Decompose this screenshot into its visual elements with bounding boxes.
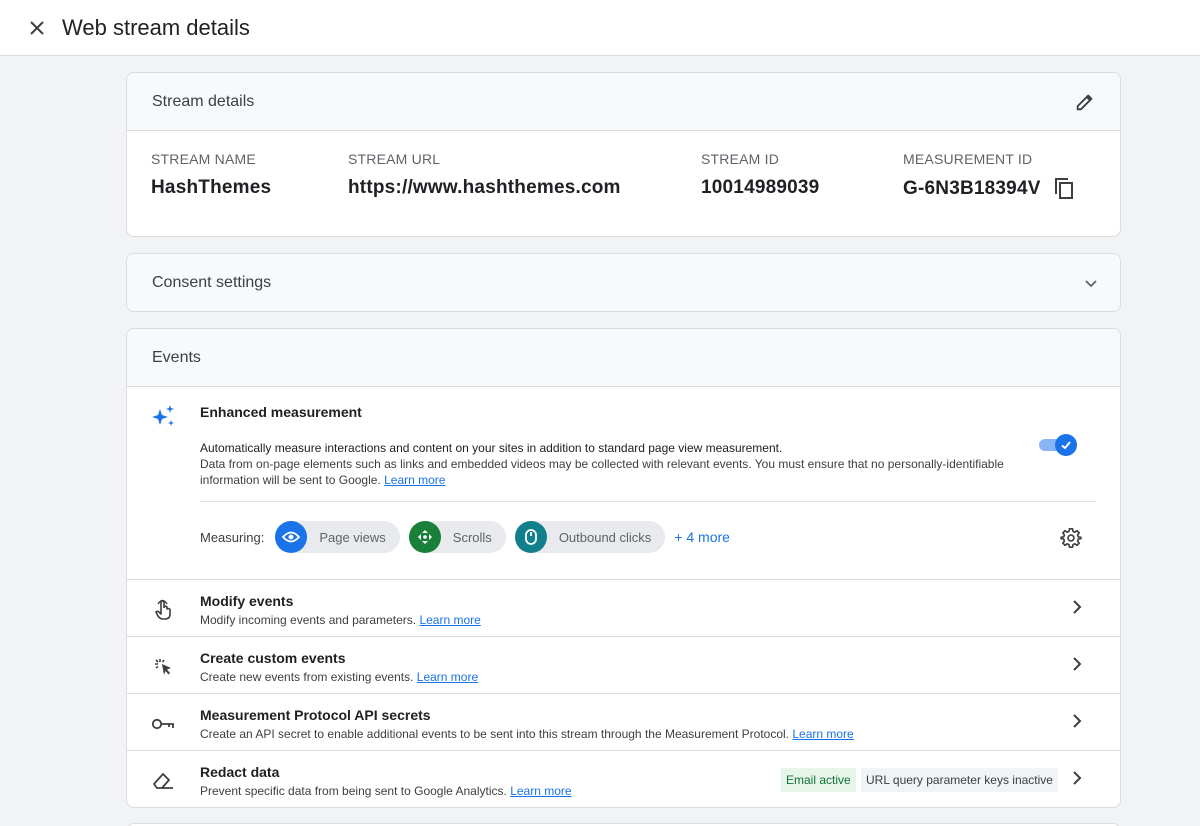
chevron-down-icon[interactable] [1084,276,1098,290]
chevron-right-icon[interactable] [1071,770,1083,791]
scroll-arrows-icon [408,521,441,553]
create-custom-events-desc-text: Create new events from existing events. [200,670,414,684]
stream-id-label: STREAM ID [701,151,780,167]
divider [200,501,1096,502]
redact-data-row[interactable]: Redact data Prevent specific data from b… [127,750,1120,807]
chip-outbound-clicks-label: Outbound clicks [558,529,652,545]
measuring-row: Measuring: Page views Scrolls Outbound c… [200,521,730,553]
modify-events-description: Modify incoming events and parameters. L… [200,613,481,627]
sparkle-cursor-icon [151,655,175,679]
measuring-label: Measuring: [200,529,265,545]
api-secrets-title: Measurement Protocol API secrets [200,707,431,723]
modify-events-learn-more-link[interactable]: Learn more [419,613,480,627]
close-icon[interactable] [25,16,49,40]
stream-url-value: https://www.hashthemes.com [348,177,621,198]
chip-scrolls[interactable]: Scrolls [408,521,506,553]
chevron-right-icon[interactable] [1071,599,1083,620]
events-card: Events Enhanced measurement Automaticall… [126,328,1121,808]
chip-scrolls-label: Scrolls [452,529,492,545]
more-events-link[interactable]: + 4 more [674,529,730,545]
stream-name-field: STREAM NAME HashThemes [151,151,271,199]
stream-details-card: Stream details STREAM NAME HashThemes ST… [126,72,1121,237]
enhanced-measurement-section: Enhanced measurement Automatically measu… [127,387,1120,579]
pencil-icon[interactable] [1074,91,1096,113]
events-header: Events [127,329,1120,387]
measurement-id-value: G-6N3B18394V [903,178,1041,199]
eraser-icon [151,769,175,793]
key-icon [151,712,175,736]
consent-settings-card[interactable]: Consent settings [126,253,1121,312]
stream-url-label: STREAM URL [348,151,441,167]
create-custom-events-title: Create custom events [200,650,346,666]
gear-icon[interactable] [1060,527,1082,554]
stream-details-fields: STREAM NAME HashThemes STREAM URL https:… [127,131,1120,236]
api-secrets-learn-more-link[interactable]: Learn more [792,727,853,741]
redact-data-description: Prevent specific data from being sent to… [200,784,572,798]
api-secrets-desc-text: Create an API secret to enable additiona… [200,727,790,741]
status-badge-url-query: URL query parameter keys inactive [861,768,1058,792]
stream-id-field: STREAM ID 10014989039 [701,151,819,199]
redact-data-desc-text: Prevent specific data from being sent to… [200,784,507,798]
page-title: Web stream details [62,14,250,40]
enhanced-measurement-description: Automatically measure interactions and c… [200,440,1020,488]
stream-name-value: HashThemes [151,177,272,198]
copy-icon[interactable] [1053,177,1075,201]
create-custom-events-row[interactable]: Create custom events Create new events f… [127,636,1120,693]
touch-hand-icon [151,598,175,622]
create-custom-events-description: Create new events from existing events. … [200,670,478,684]
redact-data-learn-more-link[interactable]: Learn more [510,784,571,798]
consent-settings-heading: Consent settings [152,274,272,291]
chevron-right-icon[interactable] [1071,656,1083,677]
stream-details-header: Stream details [127,73,1120,131]
modify-events-desc-text: Modify incoming events and parameters. [200,613,417,627]
stream-url-field: STREAM URL https://www.hashthemes.com [348,151,621,199]
enhanced-measurement-title: Enhanced measurement [200,404,362,420]
modify-events-row[interactable]: Modify events Modify incoming events and… [127,579,1120,636]
stream-details-heading: Stream details [152,92,255,110]
chip-outbound-clicks[interactable]: Outbound clicks [514,521,666,553]
redact-data-title: Redact data [200,764,280,780]
enhanced-measurement-learn-more-link[interactable]: Learn more [384,473,445,487]
enhanced-measurement-toggle[interactable] [1039,434,1077,456]
sparkle-icon [151,403,177,434]
chevron-right-icon[interactable] [1071,713,1083,734]
api-secrets-description: Create an API secret to enable additiona… [200,727,854,741]
consent-settings-header[interactable]: Consent settings [127,254,1120,311]
enhanced-measurement-desc-line2: Data from on-page elements such as links… [200,457,1004,487]
check-icon [1055,434,1077,456]
eye-icon [275,521,308,553]
measurement-id-label: MEASUREMENT ID [903,151,1033,167]
create-custom-events-learn-more-link[interactable]: Learn more [417,670,478,684]
modify-events-title: Modify events [200,593,294,609]
chip-page-views-label: Page views [319,529,386,545]
enhanced-measurement-desc-line1: Automatically measure interactions and c… [200,441,783,455]
mouse-icon [514,521,547,553]
stream-name-label: STREAM NAME [151,151,256,167]
top-bar: Web stream details [0,0,1200,56]
chip-page-views[interactable]: Page views [275,521,400,553]
measurement-id-field: MEASUREMENT ID G-6N3B18394V [903,151,1075,201]
status-badge-email: Email active [781,768,856,792]
events-heading: Events [152,348,201,366]
api-secrets-row[interactable]: Measurement Protocol API secrets Create … [127,693,1120,750]
stream-id-value: 10014989039 [701,177,820,198]
